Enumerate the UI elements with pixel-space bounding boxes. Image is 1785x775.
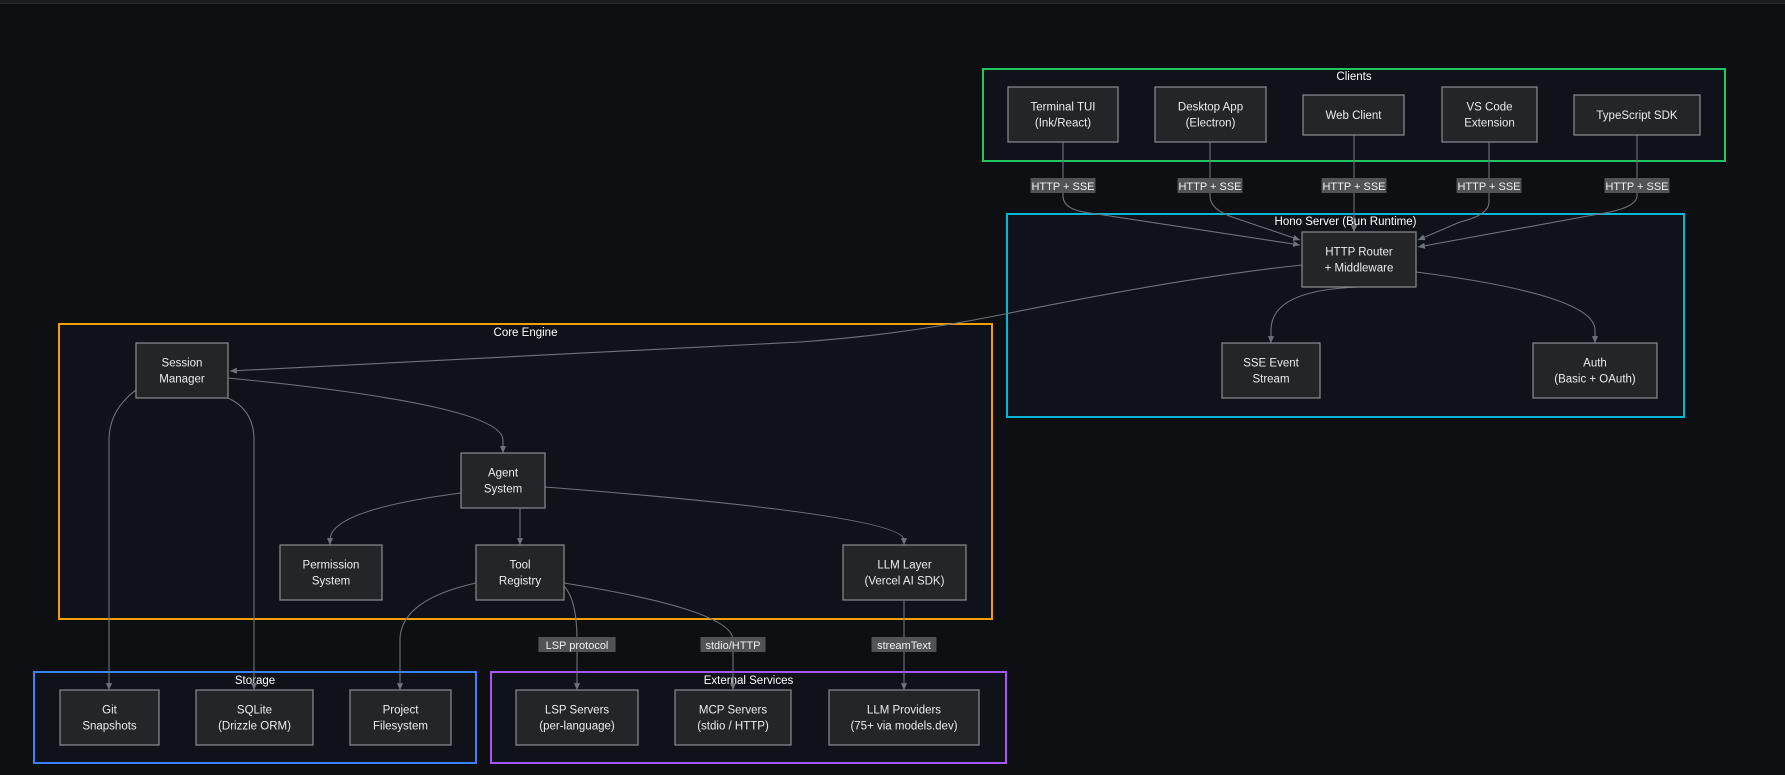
edge-label-tool-to-mcp: stdio/HTTP (700, 637, 766, 652)
node-web-label-1: Web Client (1325, 110, 1382, 122)
node-sqlite-box (195, 689, 314, 746)
node-lsp-label-2: (per-language) (539, 721, 615, 733)
edge-label-text: streamText (877, 640, 931, 652)
node-llm: LLM Layer (Vercel AI SDK) (842, 544, 967, 601)
node-permission: Permission System (279, 544, 383, 601)
node-sqlite-label-1: SQLite (237, 705, 272, 717)
edge-label-sdk-to-router: HTTP + SSE (1604, 178, 1670, 193)
node-router: HTTP Router + Middleware (1301, 231, 1417, 288)
node-llm-label-1: LLM Layer (877, 560, 932, 572)
node-session-label-1: Session (162, 358, 203, 370)
node-mcp: MCP Servers (stdio / HTTP) (674, 689, 792, 746)
node-router-label-2: + Middleware (1325, 263, 1394, 275)
node-git-box (59, 689, 160, 746)
node-mcp-label-2: (stdio / HTTP) (697, 721, 769, 733)
node-vscode-label-2: Extension (1464, 118, 1515, 130)
node-fs-box (349, 689, 452, 746)
diagram-canvas: Clients Hono Server (Bun Runtime) Core Eng… (33, 68, 1726, 764)
node-sdk: TypeScript SDK (1573, 94, 1701, 136)
node-sqlite-label-2: (Drizzle ORM) (218, 721, 291, 733)
edge-label-text: HTTP + SSE (1605, 181, 1668, 193)
node-router-label-1: HTTP Router (1325, 247, 1393, 259)
edge-label-text: HTTP + SSE (1457, 181, 1520, 193)
node-git-label-1: Git (102, 705, 118, 717)
edge-label-text: HTTP + SSE (1322, 181, 1385, 193)
node-sdk-label-1: TypeScript SDK (1596, 110, 1677, 122)
node-vscode-box (1441, 86, 1538, 143)
edge-label-text: stdio/HTTP (705, 640, 760, 652)
node-session: Session Manager (135, 342, 229, 399)
node-providers-box (828, 689, 980, 746)
node-agent: Agent System (460, 452, 546, 509)
node-vscode-label-1: VS Code (1466, 102, 1512, 114)
node-agent-label-1: Agent (488, 468, 519, 480)
group-server-title: Hono Server (Bun Runtime) (1275, 216, 1417, 228)
node-sqlite: SQLite (Drizzle ORM) (195, 689, 314, 746)
node-llm-box (842, 544, 967, 601)
node-auth-label-1: Auth (1583, 358, 1607, 370)
edge-label-text: HTTP + SSE (1031, 181, 1094, 193)
node-git-label-2: Snapshots (82, 721, 137, 733)
node-fs-label-2: Filesystem (373, 721, 428, 733)
node-agent-label-2: System (484, 484, 522, 496)
node-git: Git Snapshots (59, 689, 160, 746)
group-external-title: External Services (704, 675, 794, 687)
node-desktop-label-1: Desktop App (1178, 102, 1243, 114)
node-llm-label-2: (Vercel AI SDK) (865, 576, 945, 588)
node-web: Web Client (1302, 94, 1405, 136)
node-agent-box (460, 452, 546, 509)
edge-label-tui-to-router: HTTP + SSE (1030, 178, 1096, 193)
edge-label-desktop-to-router: HTTP + SSE (1177, 178, 1243, 193)
node-auth-box (1532, 342, 1658, 399)
edge-label-web-to-router: HTTP + SSE (1321, 178, 1387, 193)
node-lsp-label-1: LSP Servers (545, 705, 610, 717)
node-auth: Auth (Basic + OAuth) (1532, 342, 1658, 399)
node-mcp-box (674, 689, 792, 746)
node-lsp-box (515, 689, 639, 746)
node-providers-label-2: (75+ via models.dev) (850, 721, 957, 733)
node-session-label-2: Manager (159, 374, 205, 386)
node-tool-label-1: Tool (509, 560, 530, 572)
edge-label-vscode-to-router: HTTP + SSE (1456, 178, 1522, 193)
edge-label-text: HTTP + SSE (1178, 181, 1241, 193)
node-sse-label-1: SSE Event (1243, 358, 1299, 370)
node-mcp-label-1: MCP Servers (699, 705, 767, 717)
edge-label-llm-to-providers: streamText (871, 637, 937, 652)
node-desktop-box (1154, 86, 1267, 143)
node-providers-label-1: LLM Providers (867, 705, 941, 717)
node-tool-label-2: Registry (499, 576, 541, 588)
node-sse-label-2: Stream (1252, 374, 1289, 386)
node-sse: SSE Event Stream (1221, 342, 1321, 399)
node-fs: Project Filesystem (349, 689, 452, 746)
node-auth-label-2: (Basic + OAuth) (1554, 374, 1636, 386)
node-permission-box (279, 544, 383, 601)
node-providers: LLM Providers (75+ via models.dev) (828, 689, 980, 746)
node-fs-label-1: Project (383, 705, 420, 717)
group-clients-title: Clients (1336, 71, 1371, 83)
node-permission-label-1: Permission (303, 560, 360, 572)
top-border (0, 0, 1785, 4)
edge-label-tool-to-lsp: LSP protocol (538, 637, 616, 652)
node-router-box (1301, 231, 1417, 288)
node-session-box (135, 342, 229, 399)
node-desktop-label-2: (Electron) (1186, 118, 1236, 130)
edge-label-text: LSP protocol (546, 640, 609, 652)
node-tool: Tool Registry (475, 544, 565, 601)
node-sse-box (1221, 342, 1321, 399)
architecture-diagram: Clients Hono Server (Bun Runtime) Core Eng… (0, 0, 1785, 770)
node-tui-label-1: Terminal TUI (1031, 102, 1096, 114)
node-tui-box (1007, 86, 1119, 143)
group-storage-title: Storage (235, 675, 275, 687)
node-desktop: Desktop App (Electron) (1154, 86, 1267, 143)
node-vscode: VS Code Extension (1441, 86, 1538, 143)
node-tui: Terminal TUI (Ink/React) (1007, 86, 1119, 143)
node-permission-label-2: System (312, 576, 350, 588)
group-core-title: Core Engine (494, 327, 558, 339)
node-tool-box (475, 544, 565, 601)
node-lsp: LSP Servers (per-language) (515, 689, 639, 746)
node-tui-label-2: (Ink/React) (1035, 118, 1091, 130)
